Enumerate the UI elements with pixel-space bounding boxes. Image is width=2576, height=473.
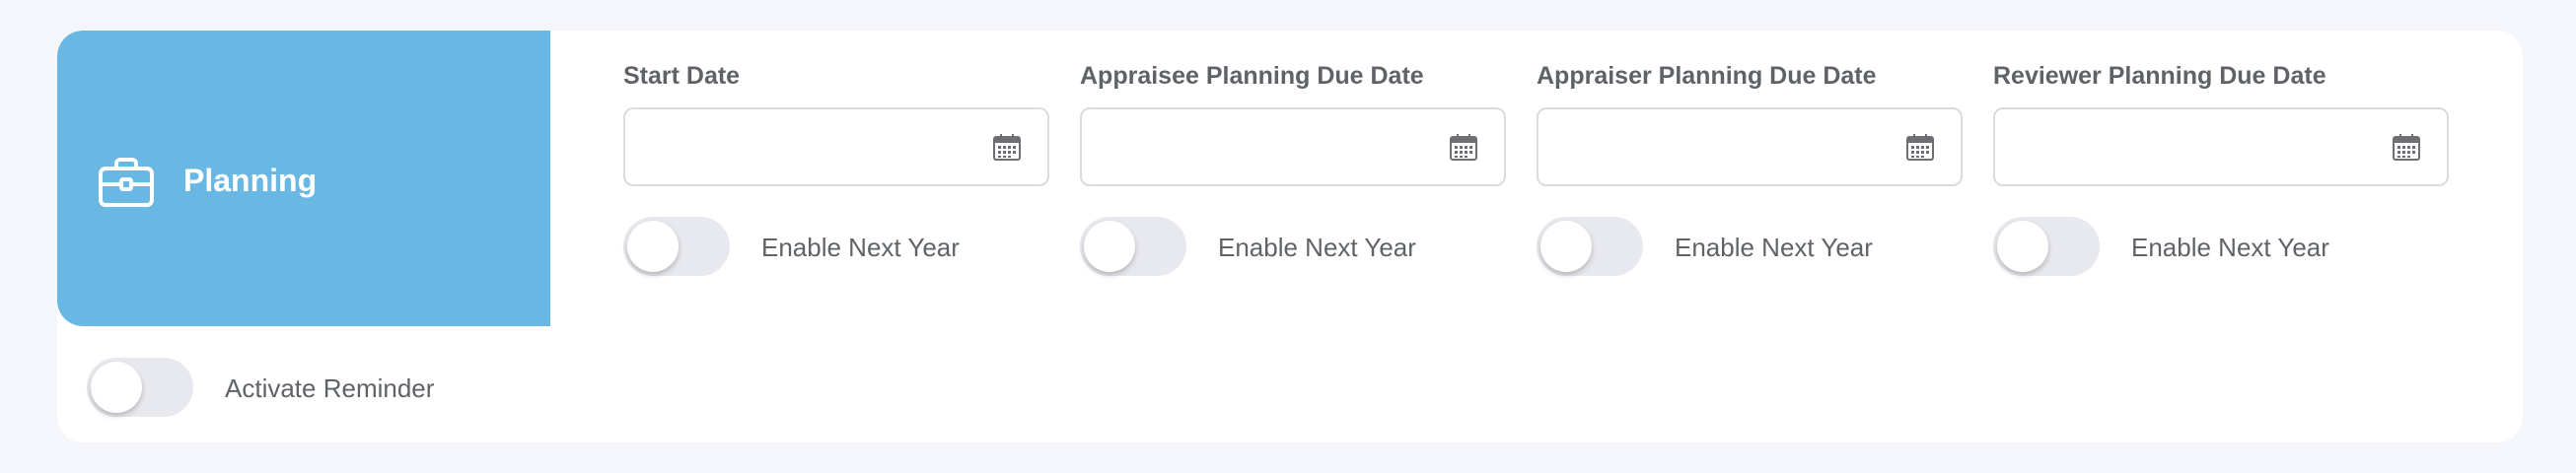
briefcase-icon: [99, 158, 154, 207]
start-date-text-input[interactable]: [625, 109, 996, 184]
enable-next-year-label: Enable Next Year: [2131, 233, 2329, 262]
appraisee-planning-due-date-label: Appraisee Planning Due Date: [1080, 62, 1424, 90]
toggle-knob: [627, 221, 679, 272]
calendar-icon[interactable]: [2392, 132, 2421, 162]
appraisee-planning-due-date-input[interactable]: [1080, 107, 1506, 186]
reviewer-planning-due-date-input[interactable]: [1993, 107, 2449, 186]
enable-next-year-toggle-reviewer[interactable]: [1993, 217, 2100, 276]
start-date-input[interactable]: [623, 107, 1049, 186]
enable-next-year-label: Enable Next Year: [1675, 233, 1873, 262]
planning-section-tile: Planning: [57, 31, 550, 326]
section-title: Planning: [183, 163, 318, 198]
reviewer-planning-due-date-text-input[interactable]: [1995, 109, 2366, 184]
enable-next-year-toggle-appraisee[interactable]: [1080, 217, 1186, 276]
toggle-knob: [91, 362, 142, 413]
enable-next-year-toggle-start-date[interactable]: [623, 217, 730, 276]
appraiser-planning-due-date-label: Appraiser Planning Due Date: [1537, 62, 1877, 90]
planning-card: Planning Start Date Enable Next Year App…: [57, 31, 2523, 442]
start-date-label: Start Date: [623, 62, 741, 90]
activate-reminder-toggle[interactable]: [87, 358, 193, 417]
enable-next-year-label: Enable Next Year: [761, 233, 960, 262]
toggle-knob: [1997, 221, 2048, 272]
appraiser-planning-due-date-text-input[interactable]: [1538, 109, 1909, 184]
calendar-icon[interactable]: [1449, 132, 1478, 162]
enable-next-year-toggle-appraiser[interactable]: [1537, 217, 1643, 276]
enable-next-year-label: Enable Next Year: [1218, 233, 1416, 262]
calendar-icon[interactable]: [992, 132, 1022, 162]
activate-reminder-label: Activate Reminder: [225, 373, 435, 403]
calendar-icon[interactable]: [1905, 132, 1935, 162]
toggle-knob: [1084, 221, 1135, 272]
appraiser-planning-due-date-input[interactable]: [1537, 107, 1963, 186]
reviewer-planning-due-date-label: Reviewer Planning Due Date: [1993, 62, 2326, 90]
toggle-knob: [1540, 221, 1592, 272]
appraisee-planning-due-date-text-input[interactable]: [1082, 109, 1453, 184]
